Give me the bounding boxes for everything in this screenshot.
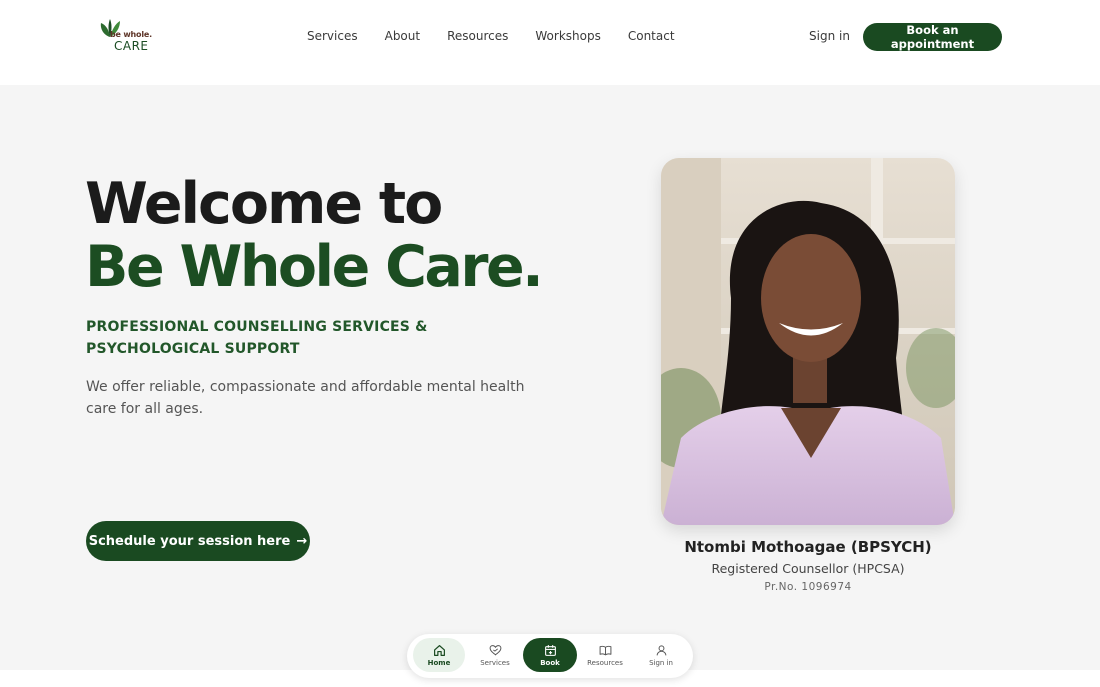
tab-sign-in-label: Sign in	[649, 658, 673, 667]
brand-logo[interactable]: be whole. CARE	[97, 19, 157, 55]
book-appointment-button[interactable]: Book an appointment	[863, 23, 1002, 51]
hero-title-line1: Welcome to	[85, 171, 443, 237]
tab-resources-label: Resources	[587, 658, 623, 667]
nav-about[interactable]: About	[385, 29, 420, 43]
logo-wordmark-bottom: CARE	[114, 39, 149, 53]
tab-sign-in[interactable]: Sign in	[635, 638, 687, 672]
tab-home-label: Home	[427, 658, 451, 667]
nav-workshops[interactable]: Workshops	[535, 29, 600, 43]
main-nav: Services About Resources Workshops Conta…	[307, 29, 702, 43]
counsellor-photo	[661, 158, 955, 525]
tab-book[interactable]: Book	[523, 638, 577, 672]
counsellor-portrait-image	[661, 158, 955, 525]
nav-resources[interactable]: Resources	[447, 29, 508, 43]
hero-title-line2: Be Whole Care.	[85, 234, 544, 300]
book-open-icon	[599, 645, 611, 655]
counsellor-registration: Pr.No. 1096974	[764, 581, 852, 593]
tab-services-label: Services	[480, 658, 510, 667]
user-icon	[656, 644, 666, 655]
nav-services[interactable]: Services	[307, 29, 358, 43]
schedule-session-button[interactable]: Schedule your session here →	[86, 521, 310, 561]
schedule-session-label: Schedule your session here	[88, 533, 291, 549]
counsellor-title: Registered Counsellor (HPCSA)	[711, 561, 905, 576]
tab-services[interactable]: Services	[469, 638, 521, 672]
heart-hands-icon	[489, 644, 501, 655]
tab-resources[interactable]: Resources	[579, 638, 631, 672]
hero-subtitle: PROFESSIONAL COUNSELLING SERVICES & PSYC…	[86, 319, 428, 357]
logo-wordmark-top: be whole.	[110, 30, 152, 39]
sign-in-link[interactable]: Sign in	[809, 29, 850, 43]
arrow-right-icon: →	[296, 533, 308, 549]
bottom-tab-bar: Home Services Book Resources Sign in	[407, 634, 693, 678]
hero-description: We offer reliable, compassionate and aff…	[86, 379, 525, 417]
calendar-plus-icon	[544, 644, 556, 656]
counsellor-name: Ntombi Mothoagae (BPSYCH)	[684, 538, 932, 556]
nav-contact[interactable]: Contact	[628, 29, 675, 43]
tab-home[interactable]: Home	[413, 638, 465, 672]
site-header: be whole. CARE Services About Resources …	[0, 0, 1100, 85]
home-icon	[433, 644, 445, 656]
tab-book-label: Book	[540, 658, 560, 667]
